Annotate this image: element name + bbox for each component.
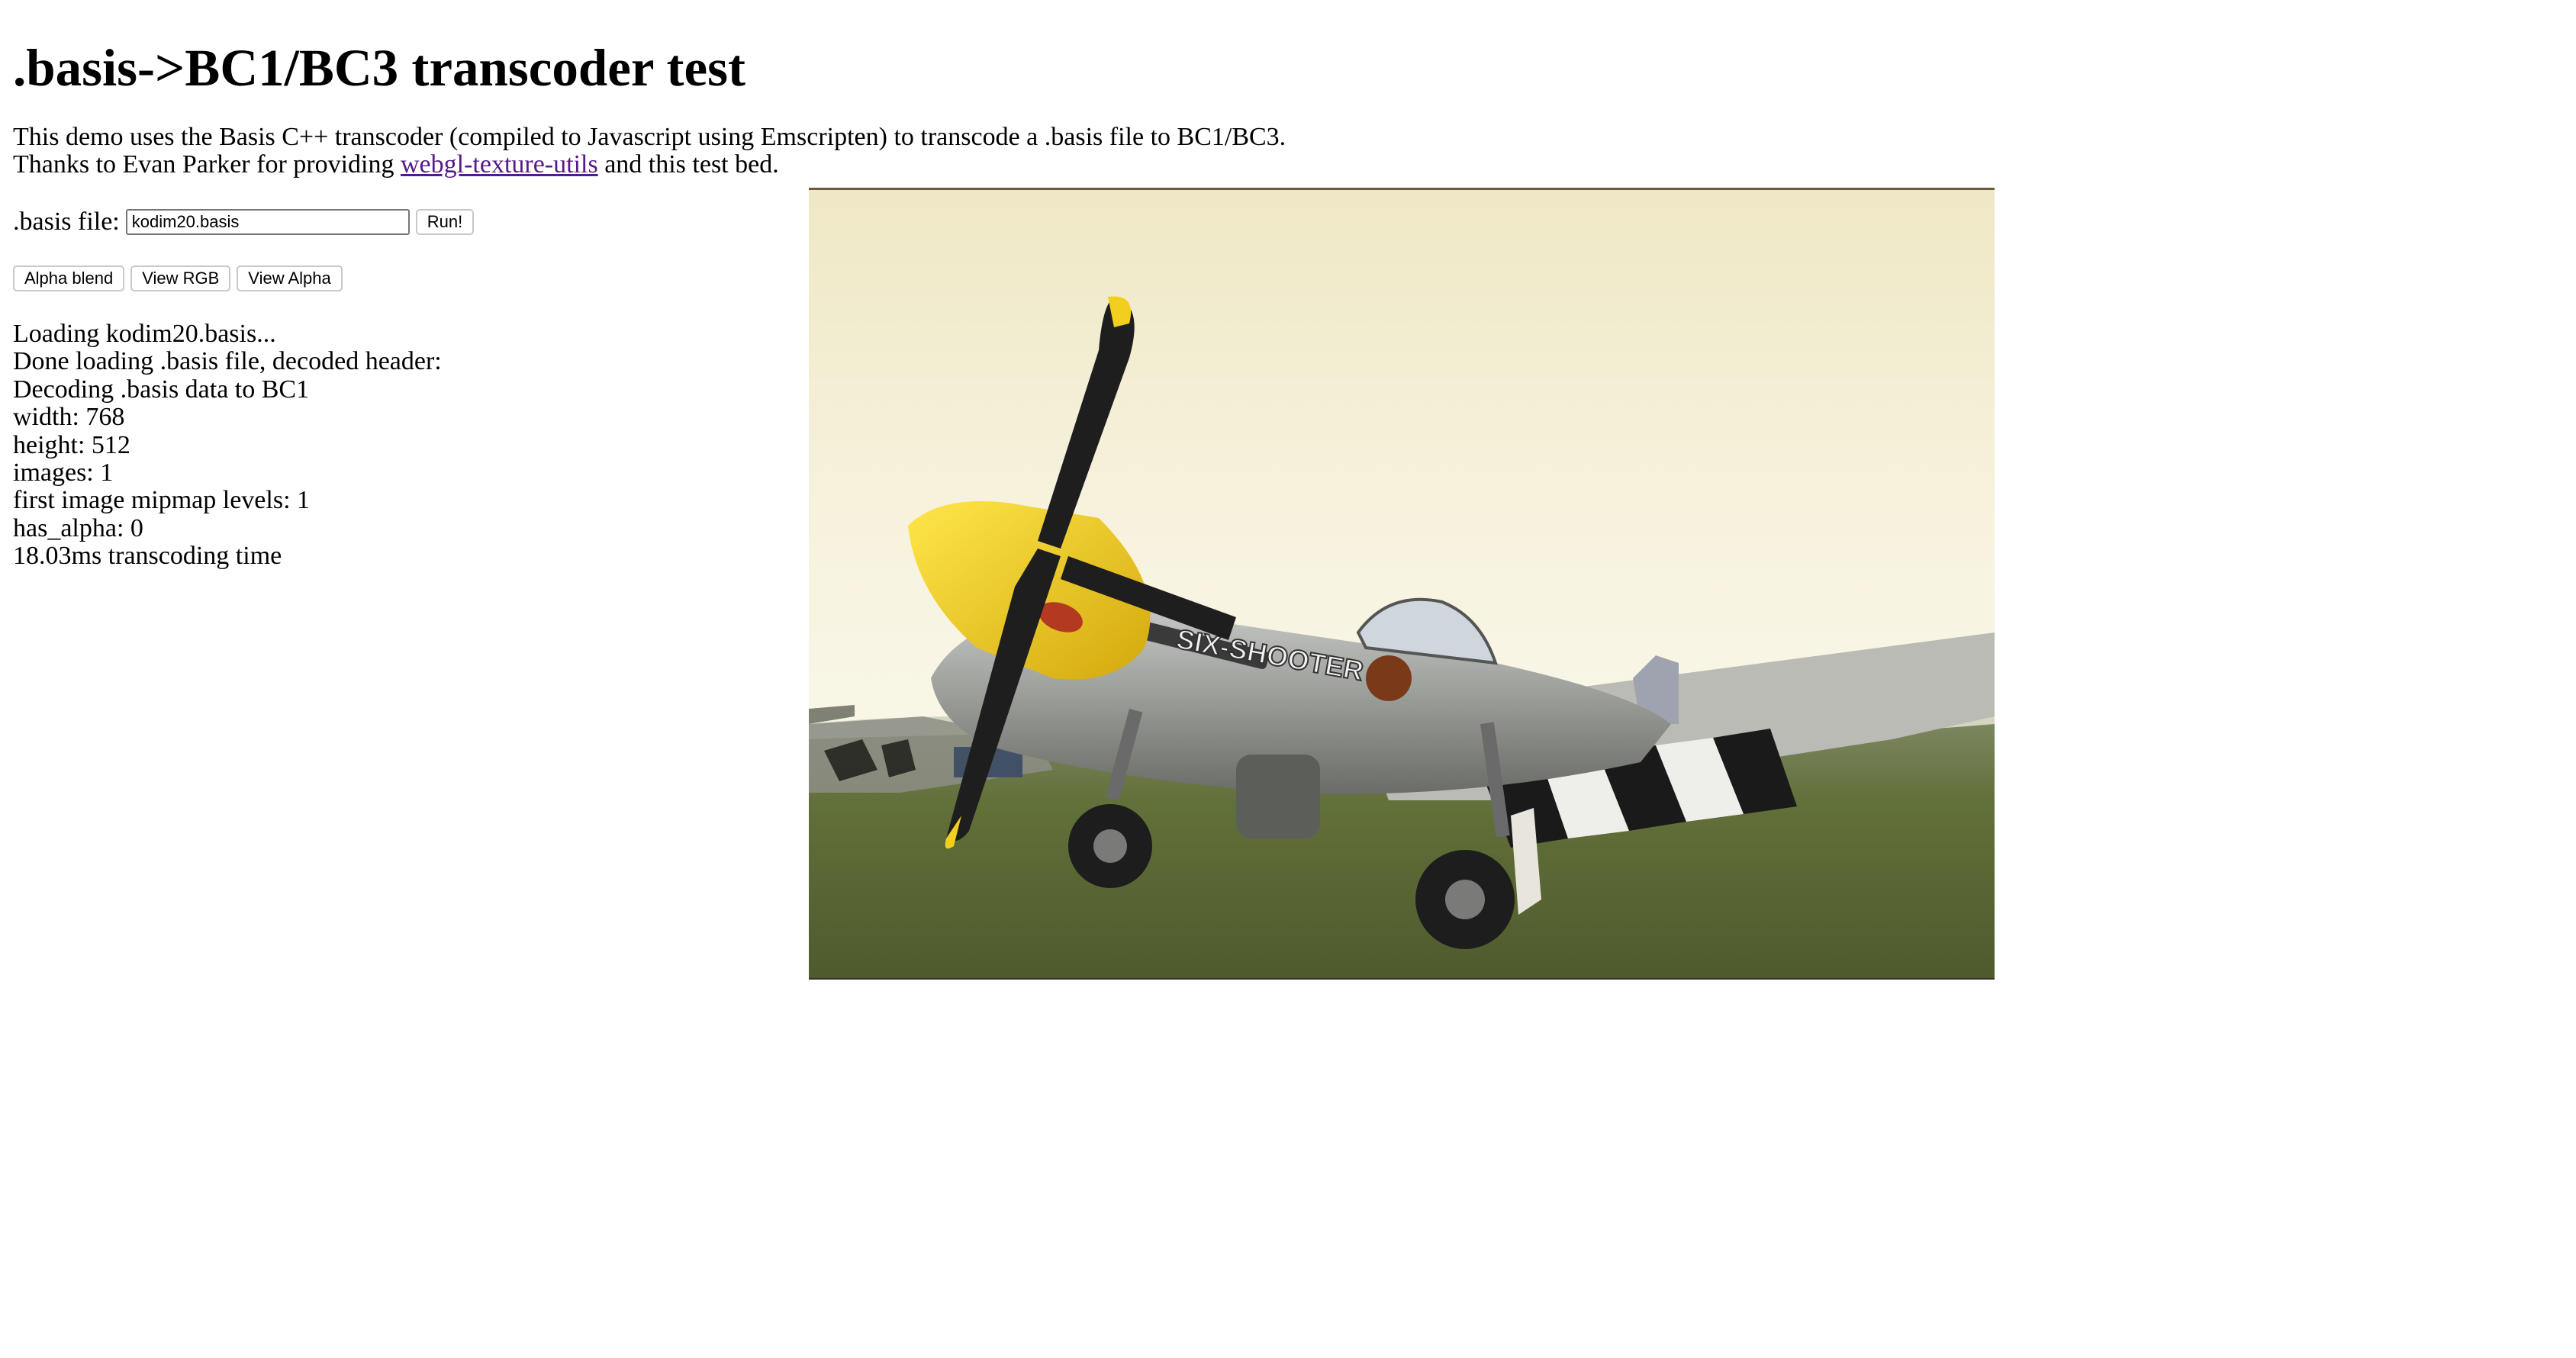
file-label: .basis file: [13, 208, 120, 236]
page-title: .basis->BC1/BC3 transcoder test [13, 39, 745, 97]
intro-line-2-suffix: and this test bed. [597, 150, 779, 179]
view-rgb-button[interactable]: View RGB [130, 265, 231, 291]
log-line: first image mipmap levels: 1 [13, 486, 311, 515]
log-line: images: 1 [13, 459, 114, 488]
webgl-texture-utils-link[interactable]: webgl-texture-utils [401, 150, 598, 179]
log-line: width: 768 [13, 403, 125, 432]
log-line: has_alpha: 0 [13, 513, 143, 542]
view-buttons-row: Alpha blend View RGB View Alpha [13, 262, 474, 295]
log-line: Done loading .basis file, decoded header… [13, 347, 442, 376]
intro-line-2: Thanks to Evan Parker for providing webg… [13, 151, 1286, 179]
texture-canvas: SIX-SHOOTER [809, 188, 1995, 980]
log-line: Loading kodim20.basis... [13, 320, 276, 348]
airplane-image: SIX-SHOOTER [809, 190, 1995, 978]
view-alpha-button[interactable]: View Alpha [237, 265, 343, 291]
log-line: Decoding .basis data to BC1 [13, 375, 310, 404]
basis-file-input[interactable] [125, 209, 410, 235]
intro-line-1: This demo uses the Basis C++ transcoder … [13, 123, 1286, 151]
intro-text: This demo uses the Basis C++ transcoder … [13, 124, 1286, 179]
file-row: .basis file: Run! [13, 205, 475, 239]
controls: .basis file: Run! Alpha blend View RGB V… [13, 205, 475, 295]
log-output: Loading kodim20.basis... Done loading .b… [13, 320, 442, 571]
run-button[interactable]: Run! [415, 209, 475, 235]
log-line: 18.03ms transcoding time [13, 542, 282, 571]
intro-line-2-prefix: Thanks to Evan Parker for providing [13, 150, 401, 179]
log-line: height: 512 [13, 430, 130, 459]
alpha-blend-button[interactable]: Alpha blend [13, 265, 125, 291]
nose-art-emblem [1366, 655, 1412, 701]
